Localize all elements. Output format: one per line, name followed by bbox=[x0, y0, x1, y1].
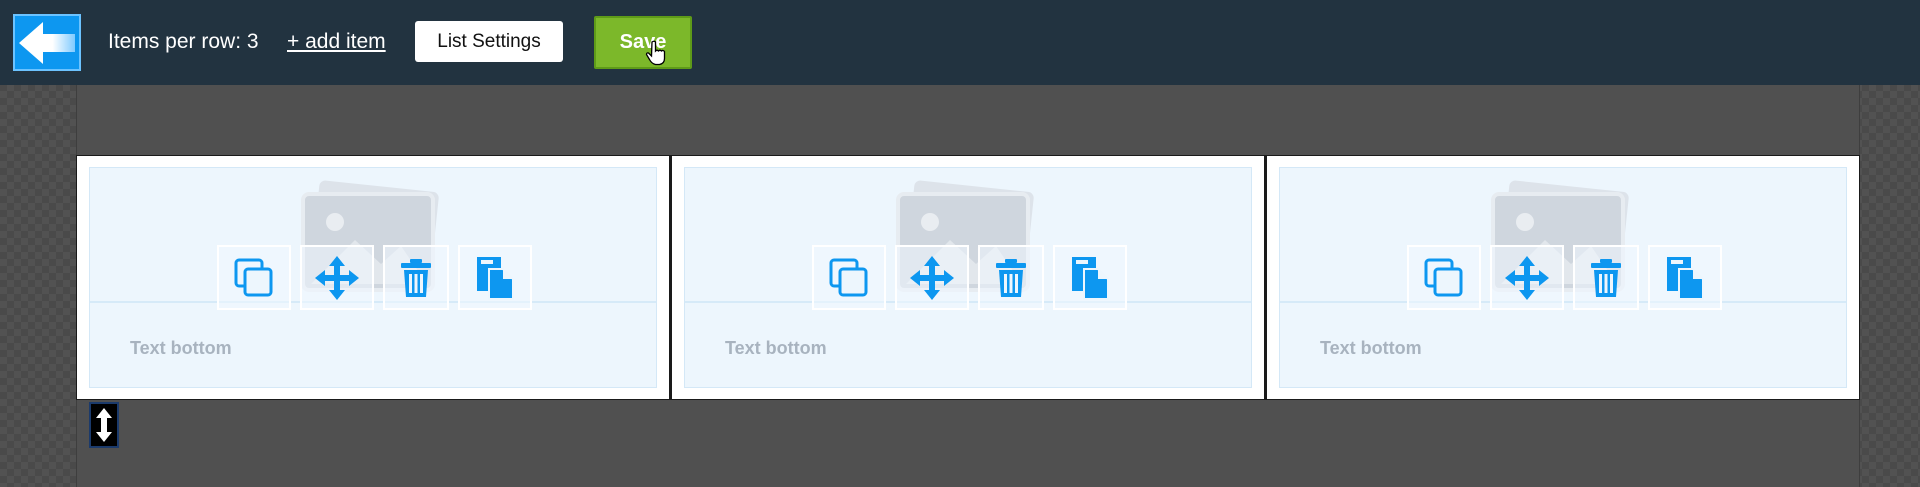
duplicate-button[interactable] bbox=[217, 245, 291, 310]
list-item-card[interactable]: Text bottom bbox=[1267, 156, 1859, 399]
hand-cursor-icon bbox=[645, 40, 666, 66]
delete-icon bbox=[401, 258, 431, 297]
item-text: Text bottom bbox=[725, 338, 827, 358]
paste-icon bbox=[477, 256, 514, 300]
top-toolbar: Items per row: 3 + add item List Setting… bbox=[0, 0, 1920, 85]
list-settings-button[interactable]: List Settings bbox=[415, 21, 563, 62]
paste-button[interactable] bbox=[1648, 245, 1722, 310]
duplicate-button[interactable] bbox=[812, 245, 886, 310]
paste-button[interactable] bbox=[1053, 245, 1127, 310]
move-icon bbox=[315, 255, 359, 300]
move-icon bbox=[1505, 255, 1549, 300]
delete-button[interactable] bbox=[978, 245, 1044, 310]
card-content: Text bottom bbox=[89, 167, 657, 388]
duplicate-button[interactable] bbox=[1407, 245, 1481, 310]
duplicate-icon bbox=[234, 258, 273, 296]
back-button[interactable] bbox=[13, 14, 81, 71]
add-item-link[interactable]: + add item bbox=[287, 30, 386, 54]
item-toolbar bbox=[217, 245, 532, 310]
vertical-resize-icon bbox=[96, 408, 112, 442]
item-text: Text bottom bbox=[130, 338, 232, 358]
row-resize-handle[interactable] bbox=[89, 402, 119, 448]
list-item-card[interactable]: Text bottom bbox=[77, 156, 669, 399]
move-button[interactable] bbox=[300, 245, 374, 310]
items-row: Text bottom Text bottom Text bottom bbox=[76, 155, 1860, 400]
back-arrow-icon bbox=[19, 21, 75, 64]
save-button[interactable]: Save bbox=[594, 16, 692, 69]
list-item-card[interactable]: Text bottom bbox=[672, 156, 1264, 399]
delete-icon bbox=[1591, 258, 1621, 297]
item-text: Text bottom bbox=[1320, 338, 1422, 358]
delete-button[interactable] bbox=[383, 245, 449, 310]
paste-icon bbox=[1072, 256, 1109, 300]
card-content: Text bottom bbox=[1279, 167, 1847, 388]
item-toolbar bbox=[812, 245, 1127, 310]
move-icon bbox=[910, 255, 954, 300]
paste-icon bbox=[1667, 256, 1704, 300]
delete-icon bbox=[996, 258, 1026, 297]
move-button[interactable] bbox=[895, 245, 969, 310]
move-button[interactable] bbox=[1490, 245, 1564, 310]
card-content: Text bottom bbox=[684, 167, 1252, 388]
duplicate-icon bbox=[829, 258, 868, 296]
delete-button[interactable] bbox=[1573, 245, 1639, 310]
item-toolbar bbox=[1407, 245, 1722, 310]
paste-button[interactable] bbox=[458, 245, 532, 310]
duplicate-icon bbox=[1424, 258, 1463, 296]
items-per-row-label: Items per row: 3 bbox=[108, 30, 259, 53]
